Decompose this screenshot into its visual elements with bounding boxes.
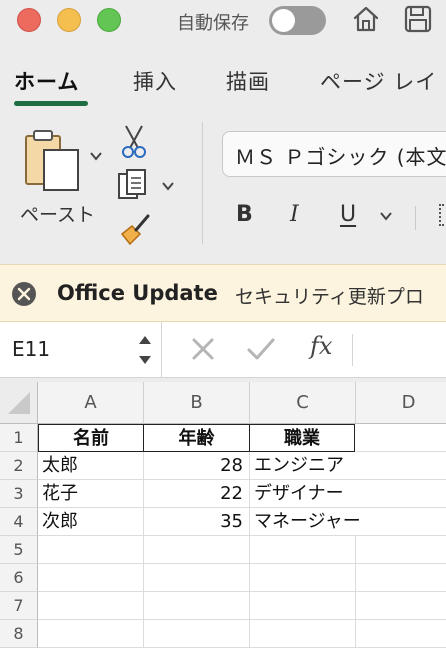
- cell-a7[interactable]: [38, 592, 144, 620]
- cell-d8[interactable]: [356, 620, 446, 648]
- cell-d4[interactable]: [356, 508, 446, 536]
- format-painter-icon[interactable]: [118, 212, 154, 246]
- scissors-icon[interactable]: [120, 124, 148, 160]
- paste-label[interactable]: ペースト: [20, 200, 95, 227]
- cancel-edit-icon[interactable]: [190, 336, 216, 362]
- cell-b7[interactable]: [144, 592, 250, 620]
- font-name-dropdown[interactable]: ＭＳ Ｐゴシック (本文: [222, 131, 446, 177]
- message-bar: Office Update セキュリティ更新プロ: [0, 264, 446, 322]
- underline-button[interactable]: U: [340, 202, 356, 227]
- insert-function-button[interactable]: fx: [310, 332, 332, 360]
- select-all-corner[interactable]: [0, 382, 38, 424]
- cell-c4[interactable]: マネージャー: [250, 508, 361, 536]
- row-header-2[interactable]: 2: [0, 452, 38, 480]
- tab-page-layout[interactable]: ページ レイ: [320, 66, 437, 96]
- cell-a3[interactable]: 花子: [38, 480, 144, 508]
- cell-b4[interactable]: 35: [144, 508, 250, 536]
- column-header-d[interactable]: D: [356, 382, 446, 424]
- row-header-4[interactable]: 4: [0, 508, 38, 536]
- maximize-window-button[interactable]: [97, 8, 121, 32]
- home-icon[interactable]: [351, 4, 381, 34]
- save-icon[interactable]: [403, 4, 433, 34]
- minimize-window-button[interactable]: [57, 8, 81, 32]
- tab-insert[interactable]: 挿入: [133, 66, 177, 96]
- borders-icon[interactable]: [439, 204, 446, 226]
- cell-b1[interactable]: 年齢: [143, 424, 250, 452]
- cell-d3[interactable]: [356, 480, 446, 508]
- cell-b6[interactable]: [144, 564, 250, 592]
- cell-d1[interactable]: [356, 424, 446, 452]
- copy-icon[interactable]: [116, 168, 152, 204]
- row-header-1[interactable]: 1: [0, 424, 38, 452]
- underline-options-chevron-icon[interactable]: [378, 210, 394, 222]
- name-box[interactable]: E11: [0, 322, 162, 378]
- close-window-button[interactable]: [17, 8, 41, 32]
- column-header-c[interactable]: C: [250, 382, 356, 424]
- font-name-value: ＭＳ Ｐゴシック (本文: [235, 145, 446, 169]
- cell-a1[interactable]: 名前: [38, 424, 144, 452]
- cell-c6[interactable]: [250, 564, 356, 592]
- ribbon: ペースト ＭＳ Ｐゴシック (本文 B I U: [0, 106, 446, 258]
- cell-d2[interactable]: [356, 452, 446, 480]
- row-header-3[interactable]: 3: [0, 480, 38, 508]
- dismiss-message-icon[interactable]: [11, 281, 37, 307]
- formula-bar: E11 fx: [0, 322, 446, 378]
- cell-a4[interactable]: 次郎: [38, 508, 144, 536]
- column-header-b[interactable]: B: [144, 382, 250, 424]
- paste-options-chevron-icon[interactable]: [88, 150, 104, 162]
- name-box-stepper-icon[interactable]: [137, 332, 153, 368]
- row-header-7[interactable]: 7: [0, 592, 38, 620]
- cell-c8[interactable]: [250, 620, 356, 648]
- toggle-knob: [272, 9, 295, 32]
- cell-d7[interactable]: [356, 592, 446, 620]
- autosave-label: 自動保存: [177, 13, 249, 34]
- autosave-toggle[interactable]: [269, 6, 326, 35]
- column-header-a[interactable]: A: [38, 382, 144, 424]
- cell-b2[interactable]: 28: [144, 452, 250, 480]
- tab-home[interactable]: ホーム: [14, 66, 79, 96]
- cell-b5[interactable]: [144, 536, 250, 564]
- paste-icon[interactable]: [22, 128, 84, 194]
- bold-button[interactable]: B: [236, 202, 253, 227]
- cell-d6[interactable]: [356, 564, 446, 592]
- format-separator: [415, 206, 416, 230]
- cell-a8[interactable]: [38, 620, 144, 648]
- italic-button[interactable]: I: [290, 202, 299, 227]
- confirm-edit-icon[interactable]: [246, 336, 276, 362]
- message-title: Office Update: [57, 281, 218, 305]
- cell-c5[interactable]: [250, 536, 356, 564]
- cell-c2[interactable]: エンジニア: [250, 452, 356, 480]
- cell-a6[interactable]: [38, 564, 144, 592]
- title-bar: 自動保存: [0, 0, 446, 44]
- message-text: セキュリティ更新プロ: [235, 286, 424, 308]
- row-header-5[interactable]: 5: [0, 536, 38, 564]
- select-all-triangle-icon: [8, 392, 30, 414]
- ribbon-tabs: ホーム 挿入 描画 ページ レイ: [0, 58, 446, 106]
- cell-c7[interactable]: [250, 592, 356, 620]
- formula-bar-separator: [352, 334, 353, 366]
- cell-b8[interactable]: [144, 620, 250, 648]
- cell-a5[interactable]: [38, 536, 144, 564]
- cell-c1[interactable]: 職業: [249, 424, 355, 452]
- spreadsheet-grid: A B C D 1 2 3 4 5 6 7 8 名前 年齢 職業 太郎 28 エ…: [0, 382, 446, 656]
- copy-options-chevron-icon[interactable]: [160, 180, 176, 192]
- tab-draw[interactable]: 描画: [226, 66, 270, 96]
- ribbon-separator: [202, 122, 203, 244]
- cell-a2[interactable]: 太郎: [38, 452, 144, 480]
- cell-b3[interactable]: 22: [144, 480, 250, 508]
- row-header-8[interactable]: 8: [0, 620, 38, 648]
- row-header-6[interactable]: 6: [0, 564, 38, 592]
- cell-d5[interactable]: [356, 536, 446, 564]
- name-box-value: E11: [12, 337, 51, 361]
- cell-c3[interactable]: デザイナー: [250, 480, 356, 508]
